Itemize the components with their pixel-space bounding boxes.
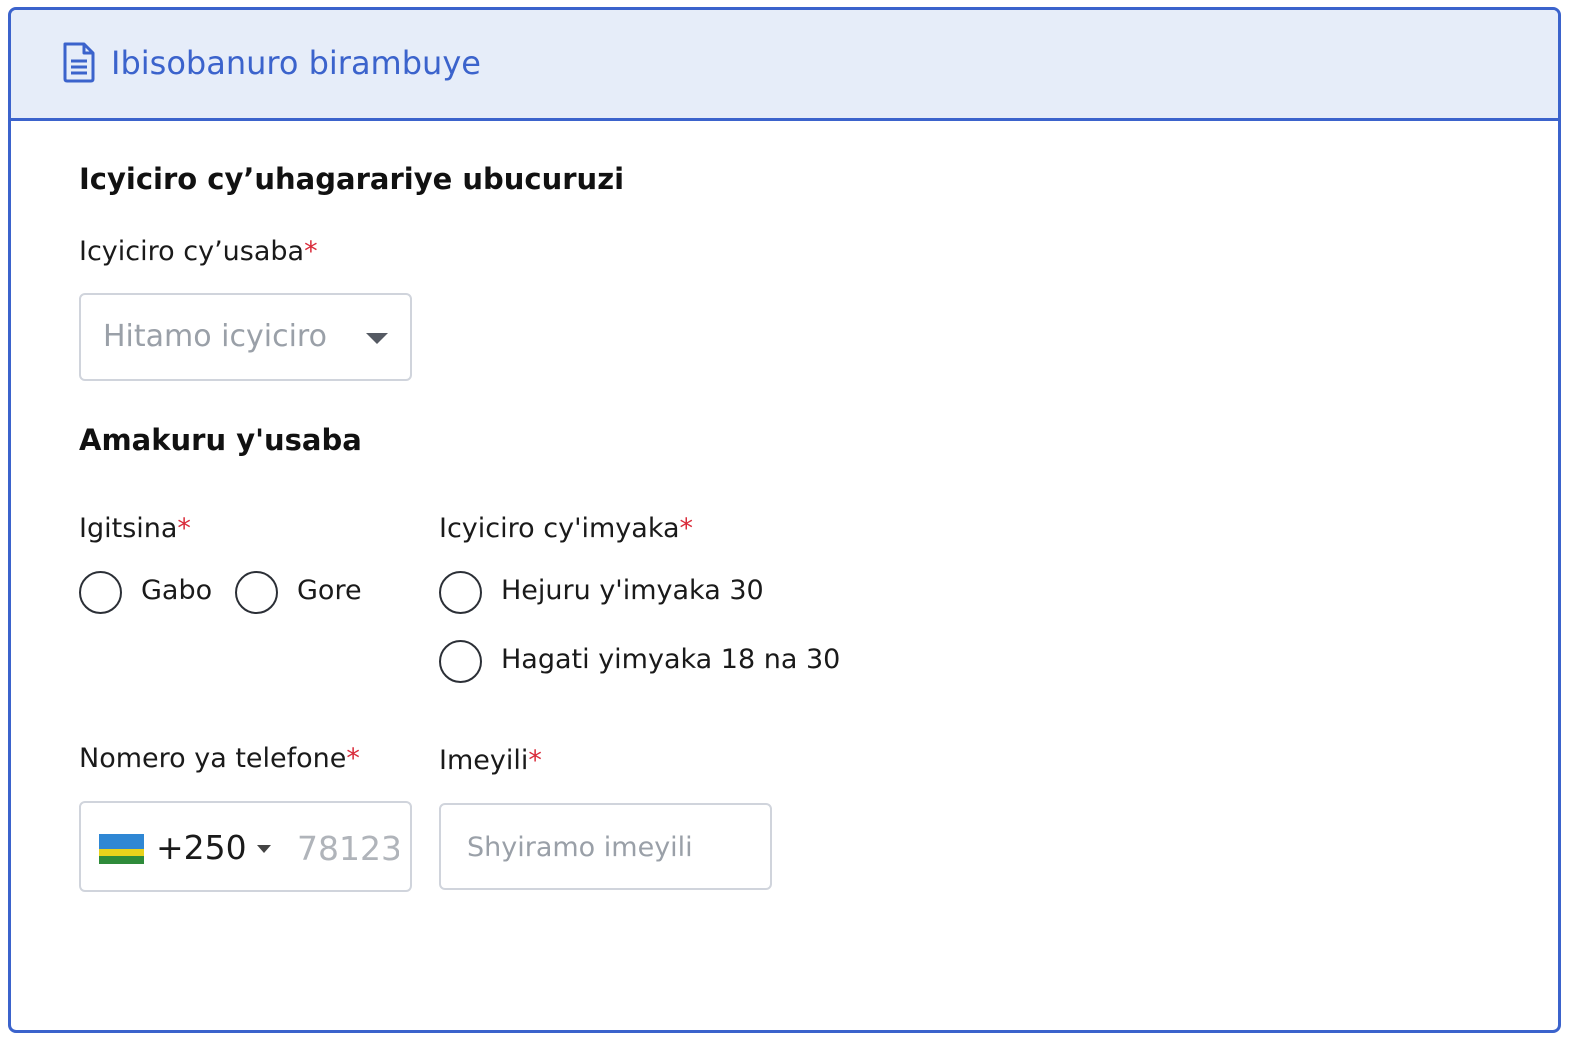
phone-label: Nomero ya telefone* — [79, 743, 360, 774]
phone-field: +250 — [79, 801, 412, 892]
phone-input[interactable] — [297, 827, 399, 869]
age-over-30-radio[interactable] — [439, 571, 482, 614]
email-field — [439, 803, 772, 890]
age-group-label-text: Icyiciro cy'imyaka — [439, 513, 680, 544]
gender-female-radio[interactable] — [235, 571, 278, 614]
details-panel: Ibisobanuro birambuye Icyiciro cy’uhagar… — [8, 7, 1561, 1033]
required-mark: * — [346, 743, 360, 774]
rwanda-flag-icon[interactable] — [99, 834, 144, 864]
applicant-category-select[interactable]: Hitamo icyiciro cy’usaba — [79, 293, 412, 381]
gender-label-text: Igitsina — [79, 513, 178, 544]
select-placeholder: Hitamo icyiciro cy’usaba — [103, 319, 335, 354]
panel-title: Ibisobanuro birambuye — [111, 44, 481, 82]
phone-label-text: Nomero ya telefone — [79, 743, 347, 774]
email-label-text: Imeyili — [439, 745, 529, 776]
gender-male-radio[interactable] — [79, 571, 122, 614]
required-mark: * — [679, 513, 694, 544]
section-title-business-category: Icyiciro cy’uhagarariye ubucuruzi — [79, 162, 625, 196]
gender-male-label[interactable]: Gabo — [141, 575, 212, 606]
section-title-applicant-info: Amakuru y'usaba — [79, 423, 362, 457]
caret-down-icon[interactable] — [257, 845, 271, 853]
gender-label: Igitsina* — [79, 513, 191, 544]
age-over-30-label[interactable]: Hejuru y'imyaka 30 — [501, 575, 764, 606]
required-mark: * — [304, 236, 318, 267]
required-mark: * — [177, 513, 191, 544]
panel-header: Ibisobanuro birambuye — [11, 10, 1558, 121]
age-group-label: Icyiciro cy'imyaka* — [439, 513, 693, 544]
age-18-30-label[interactable]: Hagati yimyaka 18 na 30 — [501, 644, 840, 675]
required-mark: * — [528, 745, 542, 776]
age-18-30-radio[interactable] — [439, 640, 482, 683]
gender-female-label[interactable]: Gore — [297, 575, 362, 606]
email-label: Imeyili* — [439, 745, 542, 776]
applicant-category-label-text: Icyiciro cy’usaba — [79, 236, 305, 267]
applicant-category-label: Icyiciro cy’usaba* — [79, 236, 318, 267]
document-icon — [63, 42, 95, 83]
email-input[interactable] — [467, 827, 757, 867]
dial-code[interactable]: +250 — [156, 828, 247, 867]
chevron-down-icon[interactable] — [366, 333, 388, 344]
